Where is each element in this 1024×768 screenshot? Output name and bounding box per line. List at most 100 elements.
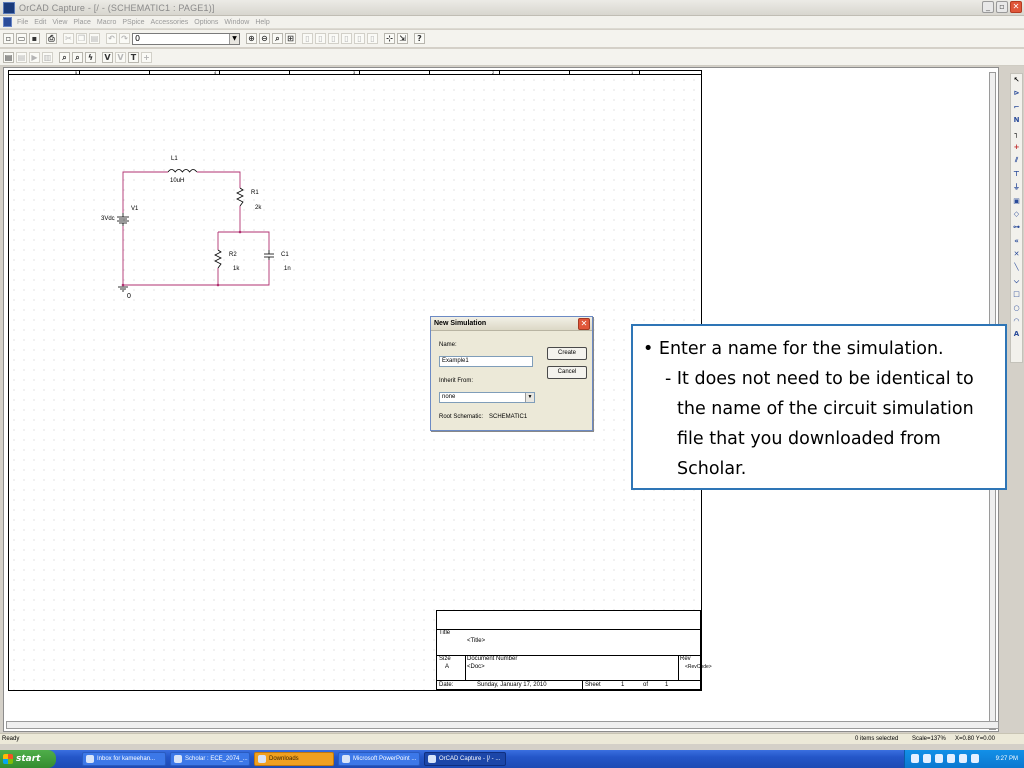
print-icon[interactable]: ⎙ xyxy=(46,33,57,44)
schematic-page[interactable] xyxy=(8,70,702,691)
place-no-connect-icon[interactable]: ✕ xyxy=(1012,249,1022,259)
title-value: <Title> xyxy=(467,638,486,644)
place-text-icon[interactable]: A xyxy=(1012,329,1022,339)
update-tray-icon[interactable] xyxy=(959,754,967,763)
security-tray-icon[interactable] xyxy=(947,754,955,763)
instruction-callout: • Enter a name for the simulation. - It … xyxy=(631,324,1007,490)
zoom-out-icon[interactable]: ⊖ xyxy=(259,33,270,44)
title-bar[interactable]: OrCAD Capture - [/ - (SCHEMATIC1 : PAGE1… xyxy=(0,0,1024,16)
redo-icon[interactable]: ↷ xyxy=(119,33,130,44)
bom-icon[interactable]: ▯ xyxy=(367,33,378,44)
network-tray-icon[interactable] xyxy=(923,754,931,763)
cancel-button[interactable]: Cancel xyxy=(547,366,587,379)
task-scholar[interactable]: Scholar : ECE_2074_... xyxy=(170,752,250,766)
dialog-close-icon[interactable]: ✕ xyxy=(578,318,590,330)
docnum-value: <Doc> xyxy=(467,664,485,670)
place-net-alias-icon[interactable]: N xyxy=(1012,115,1022,125)
place-ground-icon[interactable]: ⏚ xyxy=(1012,182,1022,192)
place-polyline-icon[interactable]: ⌵ xyxy=(1012,276,1022,286)
annotate-icon[interactable]: ▯ xyxy=(302,33,313,44)
view-simulation-results-icon[interactable]: ▥ xyxy=(42,51,53,63)
place-rectangle-icon[interactable]: □ xyxy=(1012,289,1022,299)
place-line-icon[interactable]: ╲ xyxy=(1012,262,1022,272)
clock[interactable]: 9:27 PM xyxy=(996,756,1018,762)
edit-simulation-profile-icon[interactable]: ▤ xyxy=(16,51,27,63)
diff-marker-icon[interactable]: V xyxy=(115,51,126,63)
run-pspice-icon[interactable]: ▶ xyxy=(29,51,40,63)
snap-grid-icon[interactable]: ⊹ xyxy=(384,33,395,44)
netlist-icon[interactable]: ▯ xyxy=(341,33,352,44)
menu-accessories[interactable]: Accessories xyxy=(151,19,189,26)
menu-file[interactable]: File xyxy=(17,19,28,26)
current-marker-icon[interactable]: T xyxy=(128,51,139,63)
place-pin-icon[interactable]: ⊶ xyxy=(1012,222,1022,232)
voltage-marker-icon[interactable]: V xyxy=(102,51,113,63)
task-powerpoint[interactable]: Microsoft PowerPoint ... xyxy=(338,752,420,766)
zoom-area-icon[interactable]: ⌕ xyxy=(272,33,283,44)
place-off-page-icon[interactable]: « xyxy=(1012,236,1022,246)
close-button[interactable]: ✕ xyxy=(1010,1,1022,13)
probe-voltage-icon[interactable]: ⌕ xyxy=(59,51,70,63)
probe-power-icon[interactable]: ϟ xyxy=(85,51,96,63)
place-ellipse-icon[interactable]: ○ xyxy=(1012,303,1022,313)
place-junction-icon[interactable]: + xyxy=(1012,142,1022,152)
start-button[interactable]: start xyxy=(0,750,56,768)
place-bus-entry-icon[interactable]: ⫽ xyxy=(1012,155,1022,165)
menu-window[interactable]: Window xyxy=(224,19,249,26)
copy-icon[interactable]: ❐ xyxy=(76,33,87,44)
cut-icon[interactable]: ✂ xyxy=(63,33,74,44)
place-hierarchical-block-icon[interactable]: ▣ xyxy=(1012,196,1022,206)
place-bus-icon[interactable]: ┐ xyxy=(1012,129,1022,139)
place-power-icon[interactable]: ⊤ xyxy=(1012,169,1022,179)
battery-tray-icon[interactable] xyxy=(971,754,979,763)
place-port-icon[interactable]: ◇ xyxy=(1012,209,1022,219)
open-icon[interactable]: ▭ xyxy=(16,33,27,44)
dialog-title[interactable]: New Simulation xyxy=(431,317,592,331)
task-inbox[interactable]: Inbox for kameehan... xyxy=(82,752,166,766)
place-part-icon[interactable]: ⊳ xyxy=(1012,88,1022,98)
help-icon[interactable]: ? xyxy=(414,33,425,44)
menu-place[interactable]: Place xyxy=(73,19,91,26)
power-marker-icon[interactable]: + xyxy=(141,51,152,63)
chevron-down-icon[interactable]: ▼ xyxy=(525,393,534,402)
chevron-down-icon[interactable]: ▼ xyxy=(229,33,239,44)
new-simulation-dialog[interactable]: New Simulation ✕ Name: Example1 Inherit … xyxy=(430,316,593,431)
new-simulation-profile-icon[interactable]: ▤ xyxy=(3,51,14,63)
menu-macro[interactable]: Macro xyxy=(97,19,116,26)
menu-edit[interactable]: Edit xyxy=(34,19,46,26)
project-manager-icon[interactable]: ⇲ xyxy=(397,33,408,44)
zoom-in-icon[interactable]: ⊕ xyxy=(246,33,257,44)
zoom-all-icon[interactable]: ⊞ xyxy=(285,33,296,44)
task-orcad[interactable]: OrCAD Capture - [/ - ... xyxy=(424,752,506,766)
part-combo[interactable]: 0 ▼ xyxy=(132,32,240,45)
save-icon[interactable]: ▪ xyxy=(29,33,40,44)
menu-pspice[interactable]: PSpice xyxy=(122,19,144,26)
paste-icon[interactable]: ▤ xyxy=(89,33,100,44)
volume-tray-icon[interactable] xyxy=(935,754,943,763)
new-icon[interactable]: ▫ xyxy=(3,33,14,44)
orcad-app-icon[interactable] xyxy=(3,1,15,14)
menu-options[interactable]: Options xyxy=(194,19,218,26)
inherit-from-select[interactable]: none ▼ xyxy=(439,392,535,403)
help-tray-icon[interactable] xyxy=(911,754,919,763)
sheet-value: 1 xyxy=(621,682,625,688)
horizontal-scrollbar[interactable] xyxy=(6,721,999,729)
probe-current-icon[interactable]: ⌕ xyxy=(72,51,83,63)
menu-view[interactable]: View xyxy=(52,19,67,26)
v1-value: 3Vdc xyxy=(101,216,115,222)
ruler-mark: 5 xyxy=(75,70,78,75)
restore-button[interactable]: ▫ xyxy=(996,1,1008,13)
minimize-button[interactable]: _ xyxy=(982,1,994,13)
document-icon[interactable] xyxy=(3,17,12,27)
place-arc-icon[interactable]: ◠ xyxy=(1012,316,1022,326)
task-downloads[interactable]: Downloads xyxy=(254,752,334,766)
cross-ref-icon[interactable]: ▯ xyxy=(354,33,365,44)
place-wire-icon[interactable]: ⌐ xyxy=(1012,102,1022,112)
undo-icon[interactable]: ↶ xyxy=(106,33,117,44)
simulation-name-input[interactable]: Example1 xyxy=(439,356,533,367)
menu-help[interactable]: Help xyxy=(255,19,269,26)
create-button[interactable]: Create xyxy=(547,347,587,360)
back-annotate-icon[interactable]: ▯ xyxy=(315,33,326,44)
select-icon[interactable]: ↖ xyxy=(1012,75,1022,85)
drc-icon[interactable]: ▯ xyxy=(328,33,339,44)
